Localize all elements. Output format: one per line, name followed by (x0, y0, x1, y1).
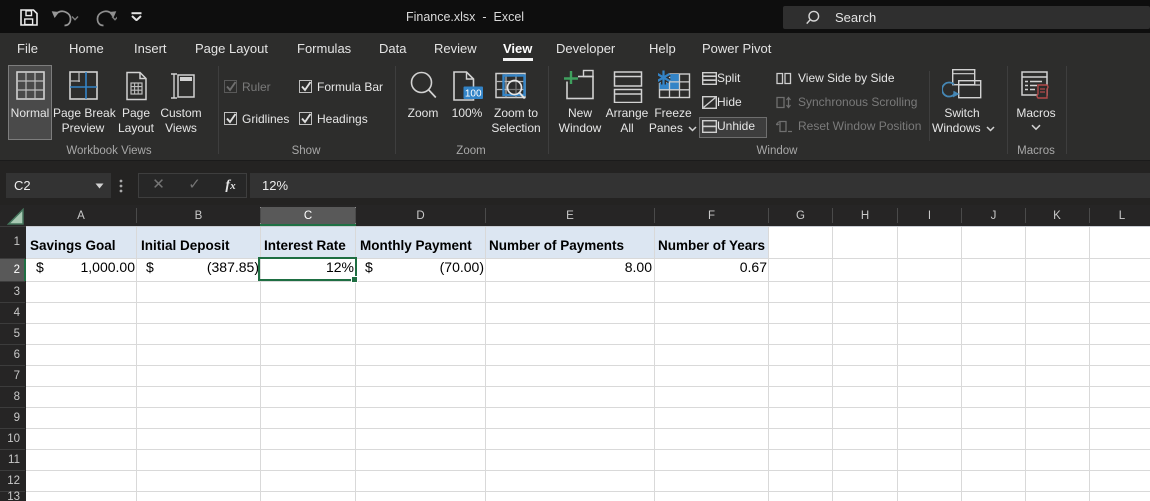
svg-text:100: 100 (465, 88, 482, 99)
